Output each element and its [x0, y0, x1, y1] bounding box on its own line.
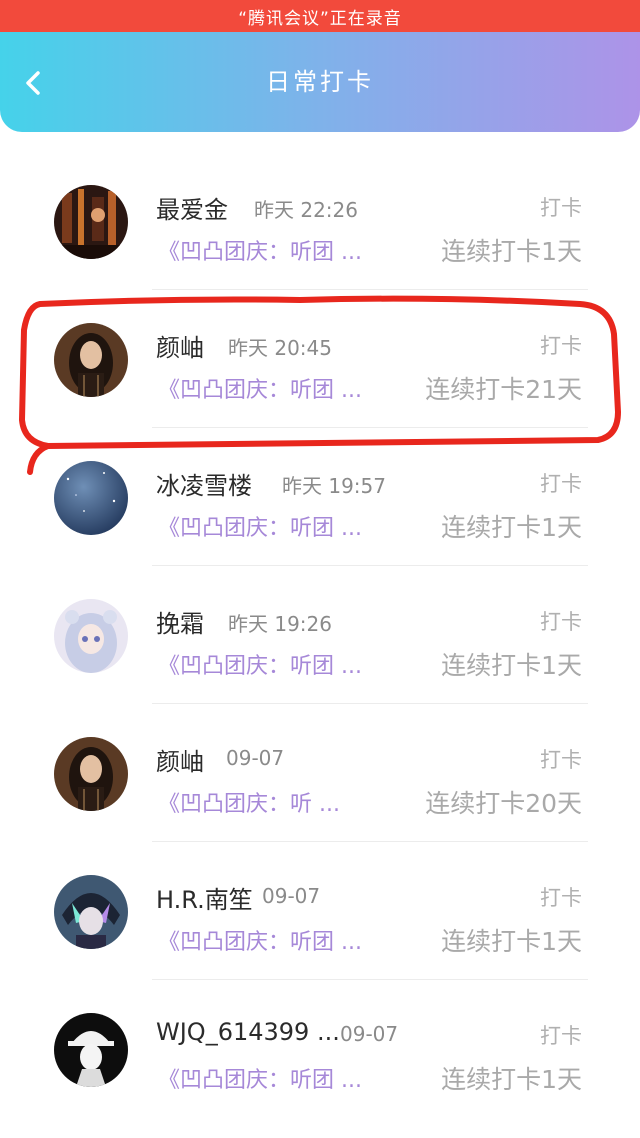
checkin-time: 09-07	[340, 1022, 399, 1046]
checkin-time: 昨天 19:26	[228, 612, 332, 636]
avatar[interactable]	[54, 1013, 128, 1087]
avatar[interactable]	[54, 323, 128, 397]
user-name: 颜岫	[156, 748, 204, 776]
list-item[interactable]: 挽霜 昨天 19:26 打卡 《凹凸团庆：听团 ... 连续打卡1天	[0, 566, 640, 704]
checkin-label: 打卡	[540, 196, 582, 220]
streak-text: 连续打卡1天	[441, 237, 582, 266]
group-link[interactable]: 《凹凸团庆：听团 ...	[158, 510, 362, 542]
checkin-label: 打卡	[540, 1024, 582, 1048]
user-name: WJQ_614399 ...	[156, 1018, 340, 1046]
checkin-list: 最爱金 昨天 22:26 打卡 《凹凸团庆：听团 ... 连续打卡1天 颜岫 昨…	[0, 152, 640, 1118]
user-name: 冰凌雪楼	[156, 472, 252, 500]
avatar[interactable]	[54, 737, 128, 811]
list-item[interactable]: 最爱金 昨天 22:26 打卡 《凹凸团庆：听团 ... 连续打卡1天	[0, 152, 640, 290]
checkin-label: 打卡	[540, 748, 582, 772]
streak-text: 连续打卡1天	[441, 1065, 582, 1094]
recording-status-bar[interactable]: “腾讯会议”正在录音	[0, 0, 640, 32]
user-name: 挽霜	[156, 610, 204, 638]
checkin-time: 昨天 22:26	[254, 198, 358, 222]
list-item[interactable]: WJQ_614399 ... 09-07 打卡 《凹凸团庆：听团 ... 连续打…	[0, 980, 640, 1118]
avatar[interactable]	[54, 875, 128, 949]
app-header: 日常打卡	[0, 32, 640, 132]
streak-text: 连续打卡1天	[441, 651, 582, 680]
user-name: 颜岫	[156, 334, 204, 362]
recording-status-text: “腾讯会议”正在录音	[238, 8, 402, 29]
checkin-time: 09-07	[262, 884, 321, 908]
avatar[interactable]	[54, 461, 128, 535]
list-item[interactable]: 冰凌雪楼 昨天 19:57 打卡 《凹凸团庆：听团 ... 连续打卡1天	[0, 428, 640, 566]
page-title: 日常打卡	[266, 68, 374, 96]
group-link[interactable]: 《凹凸团庆：听团 ...	[158, 648, 362, 680]
group-link[interactable]: 《凹凸团庆：听团 ...	[158, 234, 362, 266]
checkin-time: 昨天 19:57	[282, 474, 386, 498]
checkin-time: 昨天 20:45	[228, 336, 332, 360]
avatar[interactable]	[54, 185, 128, 259]
group-link[interactable]: 《凹凸团庆：听团 ...	[158, 1062, 362, 1094]
streak-text: 连续打卡21天	[425, 375, 582, 404]
checkin-label: 打卡	[540, 334, 582, 358]
checkin-label: 打卡	[540, 472, 582, 496]
checkin-label: 打卡	[540, 610, 582, 634]
checkin-time: 09-07	[226, 746, 285, 770]
group-link[interactable]: 《凹凸团庆：听 ...	[158, 786, 340, 818]
user-name: 最爱金	[156, 196, 228, 224]
group-link[interactable]: 《凹凸团庆：听团 ...	[158, 924, 362, 956]
list-item[interactable]: H.R.南笙 09-07 打卡 《凹凸团庆：听团 ... 连续打卡1天	[0, 842, 640, 980]
list-item[interactable]: 颜岫 昨天 20:45 打卡 《凹凸团庆：听团 ... 连续打卡21天	[0, 290, 640, 428]
group-link[interactable]: 《凹凸团庆：听团 ...	[158, 372, 362, 404]
avatar[interactable]	[54, 599, 128, 673]
streak-text: 连续打卡1天	[441, 513, 582, 542]
checkin-label: 打卡	[540, 886, 582, 910]
streak-text: 连续打卡20天	[425, 789, 582, 818]
list-item[interactable]: 颜岫 09-07 打卡 《凹凸团庆：听 ... 连续打卡20天	[0, 704, 640, 842]
user-name: H.R.南笙	[156, 886, 253, 914]
streak-text: 连续打卡1天	[441, 927, 582, 956]
